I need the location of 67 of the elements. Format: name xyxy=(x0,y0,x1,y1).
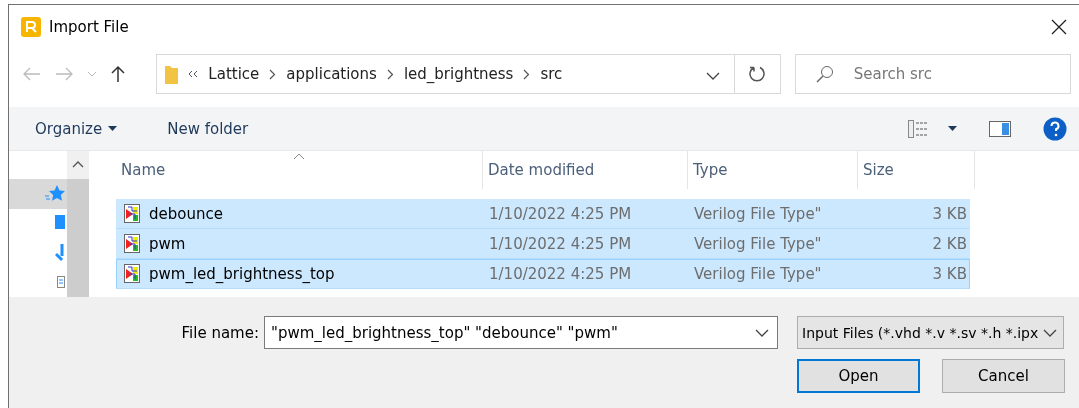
file-type-dropdown[interactable]: Input Files (*.vhd *.v *.sv *.h *.ipx xyxy=(797,316,1064,349)
search-input[interactable]: Search src xyxy=(851,64,1056,84)
verilog-file-icon xyxy=(124,264,141,284)
document-icon[interactable] xyxy=(57,276,65,289)
chevron-icon xyxy=(269,68,277,80)
file-name-combo[interactable]: "pwm_led_brightness_top" "debounce" "pwm" xyxy=(264,316,778,349)
caret-icon xyxy=(705,71,720,80)
scrollbar[interactable] xyxy=(67,151,89,297)
help-icon[interactable] xyxy=(1043,116,1067,141)
date-modified: 1/10/2022 4:25 PM xyxy=(488,205,633,223)
verilog-file-icon xyxy=(124,234,141,254)
column-header[interactable]: Name xyxy=(116,151,483,189)
address-bar[interactable]: Lattice applications led_brightness src xyxy=(156,54,735,94)
column-header[interactable]: Date modified xyxy=(483,151,688,189)
organize-button[interactable]: Organize xyxy=(27,119,126,138)
breadcrumb[interactable]: applications xyxy=(286,65,377,83)
window-title: Import File xyxy=(49,18,130,36)
search-box[interactable]: Search src xyxy=(794,54,1071,94)
file-size: 3 KB xyxy=(932,265,968,283)
verilog-file-icon xyxy=(124,204,141,224)
forward-arrow-icon[interactable] xyxy=(55,67,73,81)
desktop-icon[interactable] xyxy=(55,215,65,232)
file-type: Verilog File Type" xyxy=(693,235,823,253)
breadcrumb[interactable]: Lattice xyxy=(208,65,260,83)
file-name: debounce xyxy=(149,205,223,223)
open-button[interactable]: Open xyxy=(797,359,920,393)
refresh-button[interactable] xyxy=(734,54,781,94)
file-row[interactable]: pwm_led_brightness_top 1/10/2022 4:25 PM Verilog File Type" 3 KB xyxy=(116,259,970,289)
caret-icon xyxy=(755,328,769,337)
close-icon[interactable] xyxy=(1051,19,1067,35)
caret-icon xyxy=(1043,328,1057,337)
file-row[interactable]: debounce 1/10/2022 4:25 PM Verilog File Type" 3 KB xyxy=(116,199,970,229)
dropdown-caret-icon[interactable] xyxy=(87,71,97,77)
cancel-button[interactable]: Cancel xyxy=(942,359,1065,393)
star-icon[interactable] xyxy=(45,183,65,204)
download-icon[interactable] xyxy=(55,243,65,262)
caret-down-icon[interactable] xyxy=(948,126,957,131)
file-type: Verilog File Type" xyxy=(693,265,823,283)
file-size: 3 KB xyxy=(932,205,968,223)
column-header[interactable]: Size xyxy=(858,151,975,189)
chevron-icon xyxy=(386,68,394,80)
caret-down-icon xyxy=(108,126,118,131)
breadcrumb[interactable]: led_brightness xyxy=(403,65,514,83)
file-type: Verilog File Type" xyxy=(693,205,823,223)
view-options-icon[interactable] xyxy=(908,119,930,138)
refresh-icon xyxy=(748,65,767,83)
preview-pane-icon[interactable] xyxy=(989,120,1011,137)
column-header[interactable]: Type xyxy=(688,151,858,189)
app-logo-icon xyxy=(21,17,41,37)
file-name: pwm_led_brightness_top xyxy=(149,265,335,283)
back-arrow-icon[interactable] xyxy=(23,67,41,81)
search-icon xyxy=(815,65,834,83)
file-size: 2 KB xyxy=(932,235,968,253)
sort-caret-icon xyxy=(293,153,305,160)
chevron-icon xyxy=(523,68,531,80)
breadcrumb[interactable]: src xyxy=(540,65,563,83)
date-modified: 1/10/2022 4:25 PM xyxy=(488,235,633,253)
nav-pane-item[interactable] xyxy=(9,179,67,209)
file-name-label: File name: xyxy=(180,323,260,342)
file-name-input[interactable]: "pwm_led_brightness_top" "debounce" "pwm" xyxy=(269,322,755,343)
folder-icon xyxy=(165,64,179,84)
file-row[interactable]: pwm 1/10/2022 4:25 PM Verilog File Type" 2 KB xyxy=(116,229,970,259)
up-arrow-icon[interactable] xyxy=(111,65,125,83)
file-name: pwm xyxy=(149,235,186,253)
new-folder-button[interactable]: New folder xyxy=(159,119,257,138)
date-modified: 1/10/2022 4:25 PM xyxy=(488,265,633,283)
double-chevron-icon xyxy=(188,70,199,78)
